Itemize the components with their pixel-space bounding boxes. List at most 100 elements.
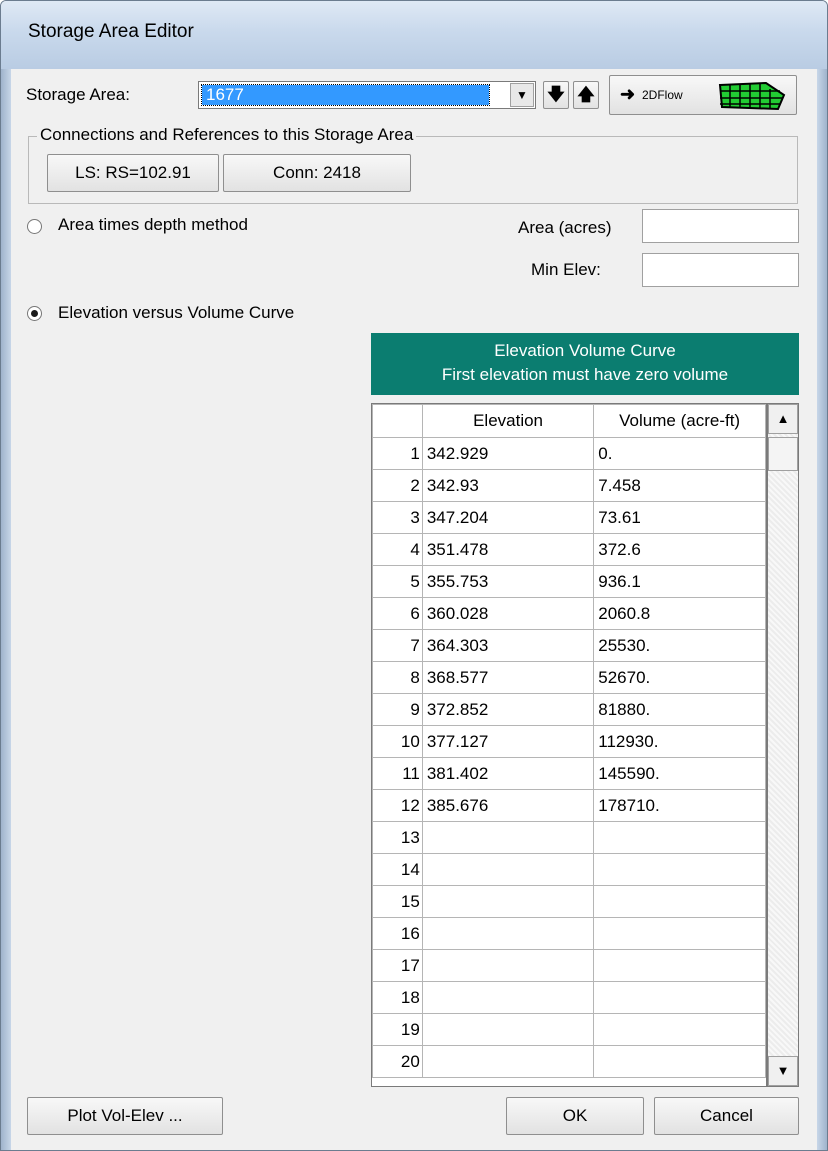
elevation-cell[interactable]: 342.93 bbox=[421, 469, 595, 502]
volume-cell[interactable]: 145590. bbox=[593, 757, 766, 790]
chevron-down-icon[interactable]: ▼ bbox=[510, 83, 534, 107]
volume-cell[interactable]: 7.458 bbox=[593, 469, 766, 502]
row-number: 13 bbox=[372, 821, 423, 854]
elevation-cell[interactable] bbox=[421, 1013, 595, 1046]
table-row[interactable]: 13 bbox=[372, 821, 766, 854]
row-number: 5 bbox=[372, 565, 423, 598]
volume-cell[interactable] bbox=[593, 949, 766, 982]
elevation-cell[interactable] bbox=[421, 917, 595, 950]
table-row[interactable]: 5 355.753 936.1 bbox=[372, 565, 766, 598]
elevation-cell[interactable] bbox=[421, 981, 595, 1014]
connection-button-ls[interactable]: LS: RS=102.91 bbox=[47, 154, 219, 192]
connection-button-conn[interactable]: Conn: 2418 bbox=[223, 154, 411, 192]
table-row[interactable]: 7 364.303 25530. bbox=[372, 629, 766, 662]
table-row[interactable]: 12 385.676 178710. bbox=[372, 789, 766, 822]
table-scrollbar[interactable]: ▲ ▼ bbox=[767, 403, 799, 1087]
connections-group-title: Connections and References to this Stora… bbox=[37, 125, 417, 145]
table-row[interactable]: 16 bbox=[372, 917, 766, 950]
goto-2dflow-label: 2DFlow bbox=[642, 88, 683, 102]
area-depth-radio[interactable] bbox=[27, 219, 42, 234]
elevation-cell[interactable] bbox=[421, 885, 595, 918]
storage-area-label: Storage Area: bbox=[26, 85, 130, 104]
elevation-cell[interactable] bbox=[421, 949, 595, 982]
area-depth-label: Area times depth method bbox=[58, 215, 248, 234]
scroll-down-icon[interactable]: ▼ bbox=[768, 1056, 798, 1086]
move-up-button[interactable]: 🡅 bbox=[573, 81, 599, 109]
volume-cell[interactable] bbox=[593, 1013, 766, 1046]
volume-cell[interactable]: 52670. bbox=[593, 661, 766, 694]
ok-button[interactable]: OK bbox=[506, 1097, 644, 1135]
volume-cell[interactable] bbox=[593, 885, 766, 918]
elevation-volume-radio[interactable] bbox=[27, 306, 42, 321]
table-row[interactable]: 20 bbox=[372, 1045, 766, 1078]
elevation-cell[interactable] bbox=[421, 853, 595, 886]
volume-cell[interactable] bbox=[593, 853, 766, 886]
plot-vol-elev-button[interactable]: Plot Vol-Elev ... bbox=[27, 1097, 223, 1135]
volume-cell[interactable]: 112930. bbox=[593, 725, 766, 758]
storage-area-select[interactable]: 1677 ▼ bbox=[198, 81, 536, 109]
elevation-cell[interactable] bbox=[421, 1045, 595, 1078]
column-header-elevation: Elevation bbox=[421, 404, 595, 438]
table-row[interactable]: 19 bbox=[372, 1013, 766, 1046]
elevation-cell[interactable]: 351.478 bbox=[421, 533, 595, 566]
storage-area-selected-value: 1677 bbox=[201, 84, 490, 106]
move-down-button[interactable]: 🡇 bbox=[543, 81, 569, 109]
scroll-up-icon[interactable]: ▲ bbox=[768, 404, 798, 434]
volume-cell[interactable] bbox=[593, 917, 766, 950]
connections-group: Connections and References to this Stora… bbox=[28, 125, 798, 204]
volume-cell[interactable] bbox=[593, 821, 766, 854]
storage-area-editor-window: Storage Area Editor Storage Area: 1677 ▼… bbox=[0, 0, 828, 1151]
elevation-cell[interactable]: 385.676 bbox=[421, 789, 595, 822]
area-acres-field[interactable] bbox=[642, 209, 799, 243]
title-bar[interactable]: Storage Area Editor bbox=[1, 1, 827, 69]
volume-cell[interactable]: 73.61 bbox=[593, 501, 766, 534]
table-row[interactable]: 8 368.577 52670. bbox=[372, 661, 766, 694]
elevation-cell[interactable]: 347.204 bbox=[421, 501, 595, 534]
elevation-cell[interactable]: 360.028 bbox=[421, 597, 595, 630]
volume-cell[interactable]: 0. bbox=[593, 437, 766, 470]
volume-cell[interactable] bbox=[593, 981, 766, 1014]
elevation-cell[interactable]: 372.852 bbox=[421, 693, 595, 726]
min-elev-field[interactable] bbox=[642, 253, 799, 287]
volume-cell[interactable] bbox=[593, 1045, 766, 1078]
table-row[interactable]: 4 351.478 372.6 bbox=[372, 533, 766, 566]
table-row[interactable]: 18 bbox=[372, 981, 766, 1014]
volume-cell[interactable]: 372.6 bbox=[593, 533, 766, 566]
elevation-cell[interactable]: 368.577 bbox=[421, 661, 595, 694]
dialog-body: Storage Area: 1677 ▼ 🡇 🡅 ➜ 2DFlow Connec… bbox=[11, 69, 817, 1142]
row-number: 1 bbox=[372, 437, 423, 470]
elevation-volume-label: Elevation versus Volume Curve bbox=[58, 303, 295, 322]
elevation-cell[interactable]: 381.402 bbox=[421, 757, 595, 790]
elevation-cell[interactable]: 377.127 bbox=[421, 725, 595, 758]
row-number: 16 bbox=[372, 917, 423, 950]
table-row[interactable]: 1 342.929 0. bbox=[372, 437, 766, 470]
volume-cell[interactable]: 25530. bbox=[593, 629, 766, 662]
curve-subtitle: First elevation must have zero volume bbox=[441, 365, 729, 384]
volume-cell[interactable]: 936.1 bbox=[593, 565, 766, 598]
table-row[interactable]: 10 377.127 112930. bbox=[372, 725, 766, 758]
cancel-button[interactable]: Cancel bbox=[654, 1097, 799, 1135]
row-number: 8 bbox=[372, 661, 423, 694]
goto-2dflow-button[interactable]: ➜ 2DFlow bbox=[609, 75, 797, 115]
volume-cell[interactable]: 81880. bbox=[593, 693, 766, 726]
volume-cell[interactable]: 178710. bbox=[593, 789, 766, 822]
curve-header: Elevation Volume Curve First elevation m… bbox=[371, 333, 799, 395]
elevation-cell[interactable]: 355.753 bbox=[421, 565, 595, 598]
arrow-down-icon: 🡇 bbox=[547, 85, 565, 104]
table-row[interactable]: 14 bbox=[372, 853, 766, 886]
2d-flow-mesh-icon bbox=[718, 81, 786, 111]
elevation-cell[interactable] bbox=[421, 821, 595, 854]
table-row[interactable]: 3 347.204 73.61 bbox=[372, 501, 766, 534]
elevation-cell[interactable]: 342.929 bbox=[421, 437, 595, 470]
volume-cell[interactable]: 2060.8 bbox=[593, 597, 766, 630]
table-row[interactable]: 11 381.402 145590. bbox=[372, 757, 766, 790]
elevation-cell[interactable]: 364.303 bbox=[421, 629, 595, 662]
arrow-up-icon: 🡅 bbox=[577, 85, 595, 104]
column-header-volume: Volume (acre-ft) bbox=[593, 404, 766, 438]
table-row[interactable]: 17 bbox=[372, 949, 766, 982]
table-row[interactable]: 9 372.852 81880. bbox=[372, 693, 766, 726]
scroll-thumb[interactable] bbox=[768, 437, 798, 471]
table-row[interactable]: 6 360.028 2060.8 bbox=[372, 597, 766, 630]
table-row[interactable]: 2 342.93 7.458 bbox=[372, 469, 766, 502]
table-row[interactable]: 15 bbox=[372, 885, 766, 918]
